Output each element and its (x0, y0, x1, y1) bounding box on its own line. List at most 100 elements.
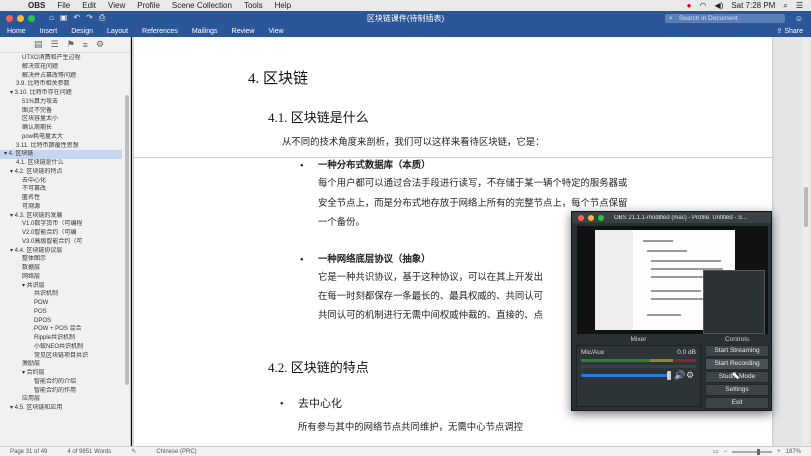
spotlight-icon[interactable]: ⌕ (783, 1, 787, 11)
obs-window[interactable]: OBS 21.1.1-modified (mac) - Profile: Unt… (571, 211, 772, 411)
gear-icon[interactable]: ⚙ (686, 370, 694, 381)
wifi-icon[interactable]: ◠ (700, 1, 707, 10)
nav-outline-item[interactable]: DPOS (0, 317, 122, 326)
minimize-window-icon[interactable] (17, 14, 24, 22)
nav-outline-item[interactable]: 51%算力攻击 (0, 98, 122, 107)
zoom-slider-knob[interactable] (756, 448, 760, 455)
nav-outline-item[interactable]: 不可篡改 (0, 185, 122, 194)
volume-slider-knob[interactable] (667, 371, 672, 380)
nav-outline-item[interactable]: 确认周期长 (0, 124, 122, 133)
nav-outline-item[interactable]: ▾ 4.5. 区块链和应用 (0, 404, 122, 413)
menu-edit[interactable]: Edit (76, 1, 102, 10)
home-icon[interactable]: ⌂ (49, 13, 54, 23)
start-streaming-button[interactable]: Start Streaming (705, 345, 769, 357)
zoom-in-icon[interactable]: + (777, 449, 781, 455)
nav-outline-item[interactable]: 解决并占篡改等问题 (0, 72, 122, 81)
nav-outline-item[interactable]: ▾ 4.4. 区块链协议层 (0, 247, 122, 256)
nav-outline-item[interactable]: ▾ 4.2. 区块链的特点 (0, 168, 122, 177)
tab-review[interactable]: Review (225, 28, 262, 35)
close-window-icon[interactable] (6, 14, 13, 22)
volume-icon[interactable]: ◀) (714, 1, 723, 10)
nav-outline-item[interactable]: 区块容量太小 (0, 115, 122, 124)
undo-icon[interactable]: ↶ (73, 13, 80, 23)
save-icon[interactable]: ▣ (60, 13, 68, 23)
proofing-icon[interactable]: ✎ (121, 448, 146, 455)
menu-view[interactable]: View (102, 1, 131, 10)
nav-outline-item[interactable]: 解决双花问题 (0, 63, 122, 72)
document-scrollbar[interactable] (803, 37, 809, 446)
obs-maximize-icon[interactable] (598, 214, 604, 221)
volume-slider[interactable] (581, 374, 670, 377)
nav-outline-item[interactable]: V1.0数字货币（可编程 (0, 220, 122, 229)
nav-outline-item[interactable]: 4.1. 区块链是什么 (0, 159, 122, 168)
nav-outline-item[interactable]: 智能合约的介绍 (0, 378, 122, 387)
nav-outline-item[interactable]: POW (0, 299, 122, 308)
nav-outline-item[interactable]: V2.0智能合约（可编 (0, 229, 122, 238)
nav-outline-item[interactable]: pow耗电量太大 (0, 133, 122, 142)
list-icon[interactable]: ≡ (83, 40, 88, 50)
nav-outline-item[interactable]: 3.9. 比特币相关参数 (0, 80, 122, 89)
nav-outline-item[interactable]: ▾ 3.10. 比特币存在问题 (0, 89, 122, 98)
nav-outline-item[interactable]: 整体图示 (0, 255, 122, 264)
nav-scrollbar[interactable] (125, 95, 129, 385)
menu-tools[interactable]: Tools (238, 1, 269, 10)
thumbnails-icon[interactable]: ▤ (34, 39, 43, 50)
nav-outline-item[interactable]: 网络层 (0, 273, 122, 282)
menu-scene-collection[interactable]: Scene Collection (166, 1, 238, 10)
nav-outline-item[interactable]: 常见区块链项目共识 (0, 352, 122, 361)
outline-icon[interactable]: ☰ (51, 39, 59, 50)
search-in-document[interactable]: ⌕ Search in Document (664, 13, 785, 23)
nav-outline-item[interactable]: ▾ 共识层 (0, 282, 122, 291)
print-icon[interactable]: ⎙ (99, 13, 105, 23)
clock[interactable]: Sat 7:28 PM (731, 1, 775, 10)
nav-outline-item[interactable]: 智能合约的作用 (0, 387, 122, 396)
nav-outline-item[interactable]: 图灵不完备 (0, 107, 122, 116)
nav-outline-item[interactable]: V3.0高级智能合约（可 (0, 238, 122, 247)
tab-insert[interactable]: Insert (33, 28, 65, 35)
scrollbar-thumb[interactable] (804, 187, 808, 227)
nav-outline-item[interactable]: 共识机制 (0, 290, 122, 299)
tab-mailings[interactable]: Mailings (185, 28, 225, 35)
obs-minimize-icon[interactable] (588, 214, 594, 221)
nav-outline-item[interactable]: Ripple共识机制 (0, 334, 122, 343)
nav-outline-item[interactable]: ▾ 合约层 (0, 369, 122, 378)
tab-design[interactable]: Design (64, 28, 100, 35)
obs-preview[interactable] (577, 226, 768, 334)
nav-outline-item[interactable]: 数据层 (0, 264, 122, 273)
nav-outline-item[interactable]: 应用层 (0, 395, 122, 404)
feedback-smiley-icon[interactable]: ☺ (795, 14, 803, 23)
language[interactable]: Chinese (PRC) (146, 449, 206, 455)
tab-home[interactable]: Home (0, 28, 33, 35)
settings-icon[interactable]: ⚙ (96, 39, 104, 50)
zoom-out-icon[interactable]: − (724, 449, 728, 455)
word-count[interactable]: 4 of 9851 Words (57, 449, 121, 455)
view-mode-icon[interactable]: ▭ (713, 448, 719, 455)
share-button[interactable]: ⇪ Share (777, 27, 804, 35)
obs-close-icon[interactable] (578, 214, 584, 221)
record-icon[interactable]: ● (687, 1, 692, 10)
page-count[interactable]: Page 31 of 49 (0, 449, 57, 455)
nav-outline-item[interactable]: POS (0, 308, 122, 317)
maximize-window-icon[interactable] (28, 14, 35, 22)
settings-button[interactable]: Settings (705, 384, 769, 396)
nav-outline-item[interactable]: 匿名性 (0, 194, 122, 203)
nav-outline-item[interactable]: 小蚁NEO共识机制 (0, 343, 122, 352)
nav-outline-item[interactable]: ▾ 4.3. 区块链的发展 (0, 212, 122, 221)
nav-outline-item[interactable]: UTXO消费和产生过程 (0, 54, 122, 63)
speaker-icon[interactable]: 🔊 (674, 370, 685, 381)
exit-button[interactable]: Exit (705, 397, 769, 409)
start-recording-button[interactable]: Start Recording (705, 358, 769, 370)
menu-file[interactable]: File (51, 1, 76, 10)
tab-view[interactable]: View (261, 28, 290, 35)
menu-profile[interactable]: Profile (131, 1, 166, 10)
notification-icon[interactable]: ☰ (796, 1, 803, 10)
tab-layout[interactable]: Layout (100, 28, 135, 35)
zoom-slider[interactable] (732, 448, 773, 455)
nav-outline-item[interactable]: ▾ 4. 区块链 (0, 150, 122, 159)
nav-outline-item[interactable]: 可溯源 (0, 203, 122, 212)
menu-app-name[interactable]: OBS (22, 1, 51, 10)
redo-icon[interactable]: ↷ (86, 13, 93, 23)
nav-outline-item[interactable]: 激励层 (0, 360, 122, 369)
menu-help[interactable]: Help (269, 1, 297, 10)
tab-references[interactable]: References (135, 28, 185, 35)
